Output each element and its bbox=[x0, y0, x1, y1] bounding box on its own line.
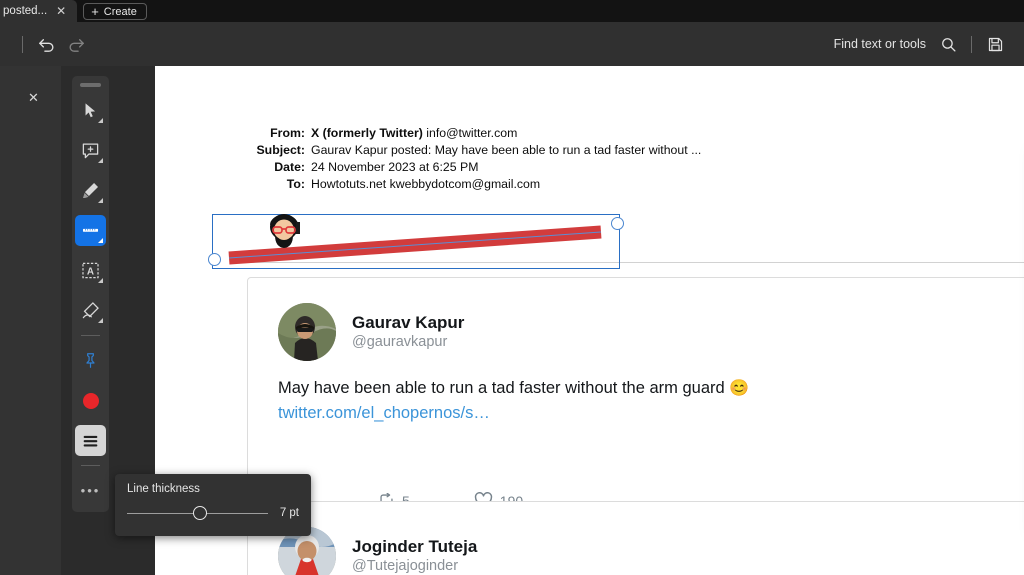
search-icon bbox=[941, 37, 956, 52]
tweet-author-name: Joginder Tuteja bbox=[352, 536, 478, 556]
tweet-author: Gaurav Kapur @gauravkapur bbox=[278, 303, 464, 361]
toolbar-left-group bbox=[0, 29, 91, 59]
email-subject: Gaurav Kapur posted: May have been able … bbox=[311, 143, 702, 157]
workspace: ✕ From: X (formerly Twitter) info@twitte… bbox=[0, 66, 1024, 575]
field-label: Subject: bbox=[256, 143, 305, 157]
tab-bar: r posted... ✕ + Create bbox=[0, 0, 1024, 22]
email-date: 24 November 2023 at 6:25 PM bbox=[311, 160, 479, 174]
divider bbox=[81, 335, 100, 336]
red-line-annotation[interactable] bbox=[208, 211, 624, 269]
tweet-author-handle: @gauravkapur bbox=[352, 333, 448, 350]
line-thickness-popover: Line thickness 7 pt bbox=[115, 474, 311, 536]
profile-thumbnail bbox=[266, 211, 302, 251]
color-swatch-button[interactable] bbox=[75, 385, 106, 416]
tweet-author-names: Joginder Tuteja @Tutejajoginder bbox=[352, 537, 477, 575]
slider-knob[interactable] bbox=[193, 505, 208, 520]
divider bbox=[81, 465, 100, 466]
profile-thumbnail-image bbox=[270, 214, 300, 248]
resize-handle-end[interactable] bbox=[611, 217, 624, 230]
document-tab[interactable]: r posted... ✕ bbox=[0, 0, 78, 22]
tweet-author-names: Gaurav Kapur @gauravkapur bbox=[352, 313, 464, 352]
chevron-corner-icon bbox=[98, 278, 103, 283]
create-button-label: Create bbox=[103, 5, 137, 18]
more-dots-icon: ••• bbox=[80, 483, 101, 498]
chevron-corner-icon bbox=[98, 198, 103, 203]
svg-text:A: A bbox=[87, 266, 94, 277]
chevron-corner-icon bbox=[98, 238, 103, 243]
redo-button[interactable] bbox=[61, 29, 91, 59]
text-box-tool[interactable]: A bbox=[75, 255, 106, 286]
search-button[interactable] bbox=[933, 29, 963, 59]
sender-name: X (formerly Twitter) bbox=[311, 126, 423, 140]
avatar bbox=[278, 303, 336, 361]
divider bbox=[971, 35, 972, 53]
close-icon[interactable]: ✕ bbox=[53, 3, 69, 19]
cursor-icon bbox=[85, 103, 96, 118]
close-icon[interactable]: ✕ bbox=[25, 88, 42, 107]
left-panel: ✕ bbox=[0, 66, 61, 575]
toolbar-right-group: Find text or tools bbox=[834, 29, 1024, 59]
email-header-row: Date: 24 November 2023 at 6:25 PM bbox=[247, 159, 701, 176]
tweet-card: Joginder Tuteja @Tutejajoginder bbox=[247, 501, 1024, 575]
tweet-author-handle: @Tutejajoginder bbox=[352, 557, 459, 574]
email-header-row: Subject: Gaurav Kapur posted: May have b… bbox=[247, 142, 701, 159]
resize-handle-start[interactable] bbox=[208, 253, 221, 266]
thickness-value: 7 pt bbox=[279, 507, 299, 519]
more-tools-button[interactable]: ••• bbox=[75, 475, 106, 506]
drag-handle[interactable] bbox=[80, 83, 101, 87]
draw-line-tool[interactable] bbox=[75, 215, 106, 246]
field-label: From: bbox=[270, 126, 305, 140]
stamp-tool[interactable] bbox=[75, 345, 106, 376]
highlight-tool[interactable] bbox=[75, 175, 106, 206]
tweet-link[interactable]: twitter.com/el_chopernos/s… bbox=[278, 404, 490, 422]
save-button[interactable] bbox=[980, 29, 1010, 59]
chevron-corner-icon bbox=[98, 318, 103, 323]
save-icon bbox=[988, 37, 1002, 51]
smiley-emoji-icon: 😊 bbox=[729, 380, 750, 397]
thickness-slider[interactable] bbox=[127, 505, 268, 520]
chevron-corner-icon bbox=[98, 158, 103, 163]
select-tool[interactable] bbox=[75, 95, 106, 126]
pin-icon bbox=[86, 353, 95, 368]
app-toolbar: Find text or tools bbox=[0, 22, 1024, 66]
email-header: From: X (formerly Twitter) info@twitter.… bbox=[247, 125, 701, 193]
thickness-slider-row: 7 pt bbox=[127, 505, 299, 520]
sender-email: info@twitter.com bbox=[426, 126, 518, 140]
undo-icon bbox=[38, 38, 53, 52]
popover-title: Line thickness bbox=[127, 483, 200, 495]
undo-button[interactable] bbox=[31, 29, 61, 59]
find-text-or-tools-label[interactable]: Find text or tools bbox=[834, 37, 926, 51]
tweet-text: May have been able to run a tad faster w… bbox=[278, 379, 730, 397]
annotation-tool-rail: A ••• bbox=[72, 76, 109, 512]
line-thickness-button[interactable] bbox=[75, 425, 106, 456]
redo-icon bbox=[69, 38, 84, 52]
tab-label: r posted... bbox=[0, 5, 48, 17]
comment-tool[interactable] bbox=[75, 135, 106, 166]
create-button[interactable]: + Create bbox=[83, 3, 147, 20]
thickness-icon bbox=[83, 435, 98, 446]
color-circle-icon bbox=[82, 392, 99, 409]
chevron-corner-icon bbox=[98, 118, 103, 123]
divider bbox=[22, 35, 23, 53]
field-label: To: bbox=[286, 177, 305, 191]
email-header-row: To: Howtotuts.net kwebbydotcom@gmail.com bbox=[247, 176, 701, 193]
erase-tool[interactable] bbox=[75, 295, 106, 326]
email-header-row: From: X (formerly Twitter) info@twitter.… bbox=[247, 125, 701, 142]
tweet-body: May have been able to run a tad faster w… bbox=[278, 376, 978, 426]
plus-icon: + bbox=[91, 4, 99, 19]
avatar-photo bbox=[278, 303, 336, 361]
email-recipient: Howtotuts.net kwebbydotcom@gmail.com bbox=[311, 177, 541, 191]
tweet-author-name: Gaurav Kapur bbox=[352, 312, 465, 332]
field-label: Date: bbox=[274, 160, 305, 174]
